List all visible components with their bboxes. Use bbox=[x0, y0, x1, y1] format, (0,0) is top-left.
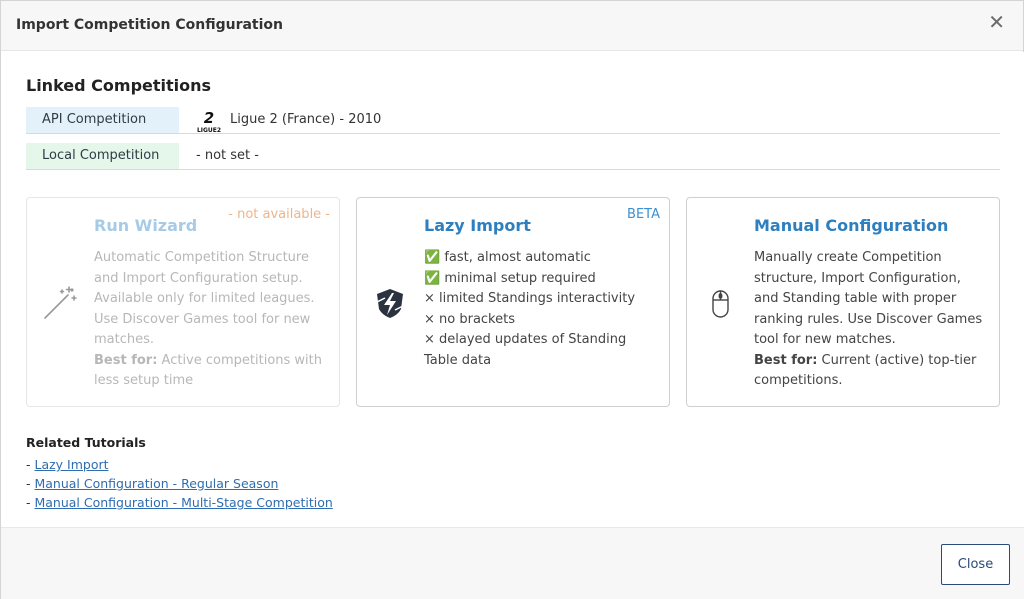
run-wizard-title: Run Wizard bbox=[94, 216, 198, 235]
api-competition-row: API Competition 2 LIGUE2 Ligue 2 (France… bbox=[26, 107, 1000, 134]
run-wizard-description: Automatic Competition Structure and Impo… bbox=[94, 250, 322, 388]
run-wizard-card: Run Wizard - not available - Automatic C… bbox=[26, 197, 340, 407]
close-icon[interactable]: ✕ bbox=[988, 12, 1005, 32]
tutorial-link-multi-stage[interactable]: Manual Configuration - Multi-Stage Compe… bbox=[34, 495, 332, 510]
linked-competitions-heading: Linked Competitions bbox=[26, 76, 212, 95]
lightning-shield-icon bbox=[376, 289, 404, 318]
beta-tag: BETA bbox=[627, 207, 660, 222]
not-available-tag: - not available - bbox=[228, 207, 330, 222]
local-competition-value: - not set - bbox=[196, 148, 259, 163]
manual-configuration-card[interactable]: Manual Configuration Manually create Com… bbox=[686, 197, 1000, 407]
related-tutorials-heading: Related Tutorials bbox=[26, 435, 146, 450]
tutorial-item: - Manual Configuration - Multi-Stage Com… bbox=[26, 495, 333, 510]
local-competition-label: Local Competition bbox=[26, 143, 179, 169]
svg-text:2: 2 bbox=[204, 109, 214, 127]
tutorial-link-lazy-import[interactable]: Lazy Import bbox=[34, 457, 108, 472]
close-button[interactable]: Close bbox=[941, 544, 1010, 585]
modal-title: Import Competition Configuration bbox=[16, 17, 283, 33]
modal-body: Linked Competitions API Competition 2 LI… bbox=[1, 52, 1024, 527]
modal-header: Import Competition Configuration ✕ bbox=[1, 1, 1023, 51]
tutorial-item: - Lazy Import bbox=[26, 457, 109, 472]
lazy-import-card[interactable]: Lazy Import BETA ✅ fast, almost automati… bbox=[356, 197, 670, 407]
import-config-modal: Import Competition Configuration ✕ Linke… bbox=[0, 0, 1024, 599]
manual-configuration-description: Manually create Competition structure, I… bbox=[754, 250, 983, 388]
mouse-icon bbox=[712, 290, 729, 318]
tutorial-link-regular-season[interactable]: Manual Configuration - Regular Season bbox=[34, 476, 278, 491]
ligue2-logo-icon: 2 LIGUE2 bbox=[197, 109, 221, 133]
svg-text:LIGUE2: LIGUE2 bbox=[197, 127, 221, 133]
tutorial-item: - Manual Configuration - Regular Season bbox=[26, 476, 279, 491]
api-competition-value: Ligue 2 (France) - 2010 bbox=[230, 112, 382, 127]
local-competition-row: Local Competition - not set - bbox=[26, 143, 1000, 170]
manual-configuration-title[interactable]: Manual Configuration bbox=[754, 216, 948, 235]
lazy-import-description: ✅ fast, almost automatic ✅ minimal setup… bbox=[424, 250, 636, 368]
modal-footer: Close bbox=[1, 527, 1024, 599]
lazy-import-title[interactable]: Lazy Import bbox=[424, 216, 531, 235]
magic-wand-icon bbox=[44, 286, 77, 319]
api-competition-label: API Competition bbox=[26, 107, 179, 133]
